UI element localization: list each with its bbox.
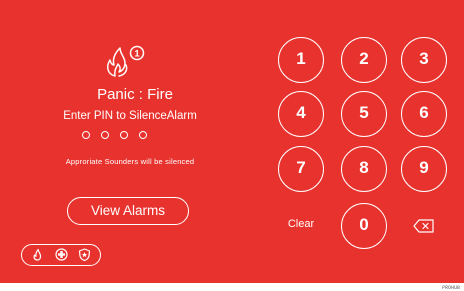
view-alarms-button[interactable]: View Alarms [67, 197, 189, 225]
fire-icon [33, 248, 42, 261]
keypad-key-0[interactable]: 0 [341, 203, 387, 249]
keypad-key-4[interactable]: 4 [278, 91, 324, 137]
pin-dot [82, 131, 90, 139]
pin-prompt: Enter PIN to SilenceAlarm [63, 110, 197, 122]
police-icon [78, 248, 91, 261]
sounder-note: Approriate Sounders will be silenced [65, 157, 195, 166]
pin-dot [120, 131, 128, 139]
alarm-type-selector[interactable] [21, 244, 101, 266]
pin-dot [101, 131, 109, 139]
medical-icon [55, 248, 68, 261]
keypad-key-9[interactable]: 9 [401, 146, 447, 192]
alarm-count-badge: 1 [134, 49, 140, 60]
pin-indicator [76, 130, 186, 144]
keypad-key-5[interactable]: 5 [341, 91, 387, 137]
keypad-key-8[interactable]: 8 [341, 146, 387, 192]
keypad-key-2[interactable]: 2 [341, 37, 387, 83]
keypad-key-3[interactable]: 3 [401, 37, 447, 83]
product-label: PROHUB [441, 285, 460, 291]
fire-alarm-icon: 1 [106, 45, 145, 77]
alarm-title: Panic : Fire [97, 86, 173, 103]
pin-dot [139, 131, 147, 139]
keypad-key-1[interactable]: 1 [278, 37, 324, 83]
keypad-key-7[interactable]: 7 [278, 146, 324, 192]
alarm-screen: 1 Panic : Fire Enter PIN to SilenceAlarm… [0, 0, 464, 283]
backspace-icon[interactable] [413, 219, 435, 233]
keypad-key-6[interactable]: 6 [401, 91, 447, 137]
clear-button[interactable]: Clear [278, 218, 324, 234]
